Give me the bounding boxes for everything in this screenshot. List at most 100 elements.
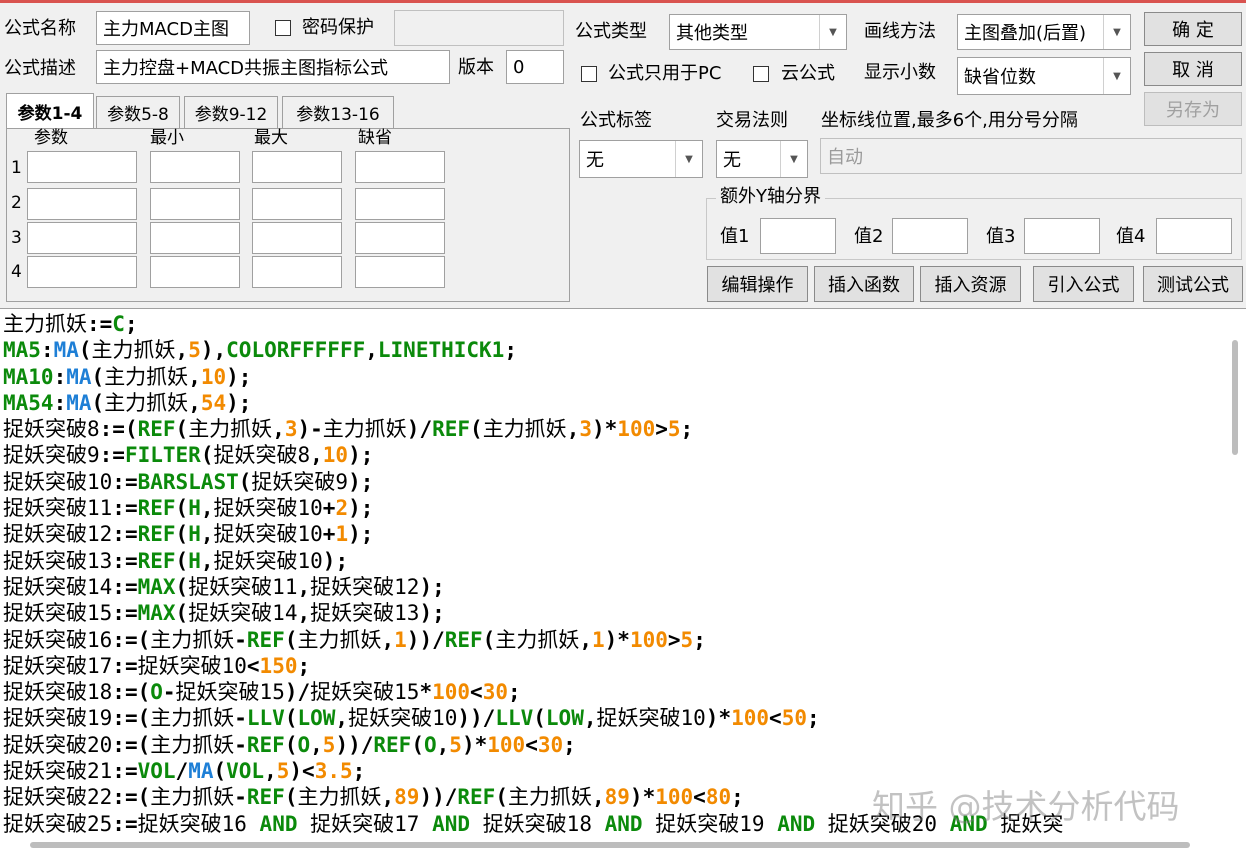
param-max-input[interactable] [252,188,342,220]
param-min-input[interactable] [150,222,240,254]
param-row-number: 2 [11,193,22,213]
y-value-1-label: 值1 [720,226,750,247]
title-bar-edge [0,0,1246,3]
trade-rule-value: 无 [723,150,741,171]
tab-params-5-8[interactable]: 参数5-8 [96,96,180,128]
password-input[interactable] [394,10,564,46]
y-value-3-input[interactable] [1024,218,1100,254]
code-line: 捉妖突破12:=REF(H,捉妖突破10+1); [3,522,374,547]
code-line: 捉妖突破13:=REF(H,捉妖突破10); [3,548,349,573]
chevron-down-icon: ▼ [1103,58,1130,94]
tab-params-9-12[interactable]: 参数9-12 [184,96,278,128]
code-line: 捉妖突破19:=(主力抓妖-LLV(LOW,捉妖突破10))/LLV(LOW,捉… [3,706,820,731]
decimals-value: 缺省位数 [964,67,1036,88]
param-max-input[interactable] [252,256,342,288]
code-line: 捉妖突破15:=MAX(捉妖突破14,捉妖突破13); [3,601,445,626]
insert-function-button[interactable]: 插入函数 [814,266,914,302]
trade-rule-label: 交易法则 [716,110,788,131]
cloud-formula-checkbox[interactable] [753,66,769,82]
formula-desc-label: 公式描述 [4,58,76,79]
param-default-input[interactable] [355,256,445,288]
draw-method-label: 画线方法 [864,21,936,42]
param-name-input[interactable] [27,222,137,254]
extra-y-axis-label: 额外Y轴分界 [716,188,825,206]
param-row-number: 1 [11,158,22,178]
param-name-input[interactable] [27,188,137,220]
param-max-input[interactable] [252,222,342,254]
watermark: 知乎 @技术分析代码 [872,787,1180,826]
pc-only-label: 公式只用于PC [608,63,722,84]
param-default-input[interactable] [355,188,445,220]
chevron-down-icon: ▼ [675,141,702,177]
y-value-3-label: 值3 [986,226,1016,247]
decimals-label: 显示小数 [864,62,936,83]
param-min-input[interactable] [150,188,240,220]
formula-desc-input[interactable]: 主力控盘+MACD共振主图指标公式 [96,50,450,84]
chevron-down-icon: ▼ [780,141,807,177]
y-value-2-label: 值2 [854,226,884,247]
code-text[interactable]: 主力抓妖:=C; MA5:MA(主力抓妖,5),COLORFFFFFF,LINET… [3,311,1063,837]
horizontal-scroll-thumb[interactable] [30,842,1190,848]
cancel-button[interactable]: 取 消 [1144,52,1242,86]
vertical-scroll-thumb[interactable] [1232,340,1238,455]
formula-type-label: 公式类型 [575,21,647,42]
y-value-4-label: 值4 [1116,226,1146,247]
version-input[interactable]: 0 [506,50,564,84]
code-line: 捉妖突破11:=REF(H,捉妖突破10+2); [3,496,374,521]
code-line: MA5:MA(主力抓妖,5),COLORFFFFFF,LINETHICK1; [3,338,517,363]
tab-params-1-4[interactable]: 参数1-4 [6,93,94,129]
import-formula-button[interactable]: 引入公式 [1033,266,1134,302]
code-line: MA10:MA(主力抓妖,10); [3,364,252,389]
formula-tag-label: 公式标签 [580,110,652,131]
chevron-down-icon: ▼ [819,15,846,49]
formula-name-label: 公式名称 [4,18,76,39]
code-line: 捉妖突破16:=(主力抓妖-REF(主力抓妖,1))/REF(主力抓妖,1)*1… [3,627,706,652]
y-value-2-input[interactable] [892,218,968,254]
param-row-number: 3 [11,228,22,248]
param-header-max: 最大 [254,128,288,148]
version-label: 版本 [458,57,494,78]
y-value-4-input[interactable] [1156,218,1232,254]
decimals-select[interactable]: 缺省位数 ▼ [957,57,1131,95]
param-name-input[interactable] [27,256,137,288]
trade-rule-select[interactable]: 无 ▼ [716,140,808,178]
y-value-1-input[interactable] [760,218,836,254]
param-header-name: 参数 [34,128,68,148]
save-as-button[interactable]: 另存为 [1144,92,1242,126]
chevron-down-icon: ▼ [1103,15,1130,49]
formula-tag-value: 无 [586,150,604,171]
password-protect-label: 密码保护 [302,17,374,38]
password-protect-checkbox[interactable] [275,20,291,36]
ok-button[interactable]: 确 定 [1144,12,1242,46]
draw-method-select[interactable]: 主图叠加(后置) ▼ [957,14,1131,50]
insert-resource-button[interactable]: 插入资源 [920,266,1021,302]
param-header-min: 最小 [150,128,184,148]
axis-lines-input[interactable]: 自动 [820,138,1242,174]
code-line: 捉妖突破17:=捉妖突破10<150; [3,653,311,678]
code-line: 捉妖突破14:=MAX(捉妖突破11,捉妖突破12); [3,574,445,599]
code-line: 捉妖突破18:=(O-捉妖突破15)/捉妖突破15*100<30; [3,680,521,705]
param-default-input[interactable] [355,222,445,254]
param-min-input[interactable] [150,256,240,288]
code-editor[interactable]: 主力抓妖:=C; MA5:MA(主力抓妖,5),COLORFFFFFF,LINET… [0,308,1246,861]
formula-type-select[interactable]: 其他类型 ▼ [669,14,847,50]
code-line: 主力抓妖:=C; [3,312,138,336]
code-line: 捉妖突破10:=BARSLAST(捉妖突破9); [3,469,374,494]
pc-only-checkbox[interactable] [581,66,597,82]
edit-operation-button[interactable]: 编辑操作 [707,266,808,302]
code-line: 捉妖突破9:=FILTER(捉妖突破8,10); [3,443,374,468]
param-min-input[interactable] [150,151,240,183]
param-max-input[interactable] [252,151,342,183]
formula-type-value: 其他类型 [676,23,748,44]
code-line: MA54:MA(主力抓妖,54); [3,390,252,415]
param-name-input[interactable] [27,151,137,183]
code-line: 捉妖突破8:=(REF(主力抓妖,3)-主力抓妖)/REF(主力抓妖,3)*10… [3,417,694,442]
cloud-formula-label: 云公式 [781,63,835,84]
draw-method-value: 主图叠加(后置) [964,23,1087,44]
formula-tag-select[interactable]: 无 ▼ [579,140,703,178]
formula-name-input[interactable]: 主力MACD主图 [96,11,250,45]
test-formula-button[interactable]: 测试公式 [1143,266,1243,302]
param-default-input[interactable] [355,151,445,183]
param-row-number: 4 [11,262,22,282]
tab-params-13-16[interactable]: 参数13-16 [282,96,394,128]
